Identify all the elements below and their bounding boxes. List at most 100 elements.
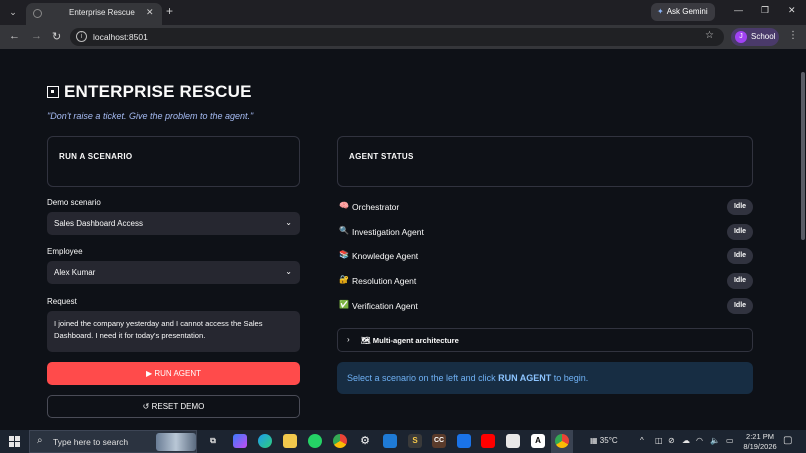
agent-row-resolution: 🔐 Resolution Agent Idle [339,273,754,289]
clock-date: 8/19/2026 [743,442,777,451]
browser-tab-bar: ⌄ Enterprise Rescue ✕ + ✦ Ask Gemini — ❐ … [0,0,806,25]
tray-volume-icon[interactable]: 🔈 [710,436,720,445]
agent-row-investigation: 🔍 Investigation Agent Idle [339,224,754,240]
agent-name: Verification Agent [352,301,418,311]
search-icon: ⌕ [37,435,43,446]
info-bold: RUN AGENT [498,373,552,383]
run-agent-button[interactable]: ▶ RUN AGENT [47,362,300,385]
tray-network-off-icon[interactable]: ⊘ [668,436,675,445]
text-app-icon[interactable]: A [531,434,545,448]
back-icon[interactable]: ← [9,30,20,42]
search-placeholder: Type here to search [53,437,129,447]
tray-display-icon[interactable]: ▭ [726,436,734,445]
whatsapp-icon[interactable] [308,434,322,448]
minimize-icon[interactable]: — [734,5,743,15]
tray-camera-icon[interactable]: ◫ [655,436,663,445]
demo-scenario-select[interactable]: Sales Dashboard Access ⌄ [47,212,300,235]
books-icon: 📚 [339,250,349,259]
employee-select[interactable]: Alex Kumar ⌄ [47,261,300,284]
address-url: localhost:8501 [93,32,148,42]
architecture-expander[interactable]: › 🗺 Multi-agent architecture [337,328,753,352]
tray-wifi-icon[interactable]: ◠ [696,436,703,445]
profile-name: School [751,32,776,41]
taskbar-search[interactable]: ⌕ Type here to search [29,430,197,453]
info-message: Select a scenario on the left and click … [337,362,753,394]
gemini-sparkle-icon: ✦ [657,7,664,16]
lock-key-icon: 🔐 [339,275,349,284]
chatgpt-icon[interactable]: ⚙ [358,434,372,448]
weather-widget[interactable]: ▦ 35°C [590,436,618,445]
edge-icon[interactable] [258,434,272,448]
avatar: J [735,31,747,43]
agent-row-orchestrator: 🧠 Orchestrator Idle [339,199,754,215]
copilot-icon[interactable] [233,434,247,448]
request-textarea[interactable]: I joined the company yesterday and I can… [47,311,300,352]
tab-search-menu-icon[interactable]: ⌄ [5,5,21,20]
tagline: "Don't raise a ticket. Give the problem … [47,111,254,121]
new-tab-icon[interactable]: + [166,4,173,18]
taskbar: ⌕ Type here to search ⧉ ⚙ S CC A ▦ 35°C … [0,430,806,453]
task-view-icon[interactable]: ⧉ [206,434,220,448]
agent-name: Resolution Agent [352,276,417,286]
address-bar[interactable]: i localhost:8501 ☆ [70,28,724,46]
info-suffix: to begin. [551,373,589,383]
vscode-icon[interactable] [383,434,397,448]
tab-close-icon[interactable]: ✕ [146,7,154,18]
chrome-icon[interactable] [333,434,347,448]
status-badge: Idle [727,273,753,289]
file-explorer-icon[interactable] [283,434,297,448]
status-badge: Idle [727,298,753,314]
agent-name: Knowledge Agent [352,251,419,261]
site-info-icon[interactable]: i [76,31,87,42]
run-scenario-title: RUN A SCENARIO [59,152,133,161]
chevron-right-icon: › [347,335,350,344]
employee-label: Employee [47,247,83,256]
info-prefix: Select a scenario on the left and click [347,373,499,383]
bookmark-star-icon[interactable]: ☆ [705,30,714,41]
search-highlight-image [156,433,196,451]
agent-status-title: AGENT STATUS [349,152,414,161]
agent-row-knowledge: 📚 Knowledge Agent Idle [339,248,754,264]
charts-app-icon[interactable] [457,434,471,448]
status-badge: Idle [727,224,753,240]
clock-time: 2:21 PM [746,432,774,441]
forward-icon[interactable]: → [31,30,42,42]
chrome-active-icon[interactable] [555,434,569,448]
weather-temp: 35°C [599,436,618,445]
scrollbar-thumb[interactable] [801,72,805,240]
status-badge: Idle [727,248,753,264]
tray-cloud-icon[interactable]: ☁ [682,436,690,445]
youtube-icon[interactable] [481,434,495,448]
profile-button[interactable]: J School [731,28,779,46]
capcut-icon[interactable]: CC [432,434,446,448]
window-close-icon[interactable]: ✕ [788,5,796,16]
info-text: Select a scenario on the left and click … [347,373,588,383]
check-icon: ✅ [339,300,349,309]
page-title-text: ENTERPRISE RESCUE [64,82,252,101]
chevron-down-icon: ⌄ [285,267,292,276]
brain-icon: 🧠 [339,201,349,210]
ask-gemini-button[interactable]: ✦ Ask Gemini [651,3,715,21]
windows-start-icon[interactable] [9,436,20,447]
restore-icon[interactable]: ❐ [761,5,769,16]
reset-demo-button[interactable]: ↺ RESET DEMO [47,395,300,418]
expander-label: 🗺 Multi-agent architecture [361,336,459,345]
agent-status-card: AGENT STATUS [337,136,753,187]
tray-chevron-icon[interactable]: ^ [640,436,644,445]
dice-icon [47,86,59,98]
browser-tab[interactable]: Enterprise Rescue ✕ [26,3,162,25]
browser-menu-icon[interactable]: ⋮ [788,30,798,41]
notification-icon[interactable]: ▢ [783,435,792,446]
reload-icon[interactable]: ↻ [52,30,61,43]
agent-name: Orchestrator [352,202,400,212]
sublime-icon[interactable]: S [408,434,422,448]
status-badge: Idle [727,199,753,215]
demo-scenario-value: Sales Dashboard Access [54,219,143,228]
page-title: ENTERPRISE RESCUE [47,82,252,102]
ask-gemini-label: Ask Gemini [666,7,708,16]
taskbar-clock[interactable]: 2:21 PM 8/19/2026 [740,432,780,452]
tab-favicon-icon [33,9,42,18]
document-app-icon[interactable] [506,434,520,448]
agent-name: Investigation Agent [352,227,424,237]
request-label: Request [47,297,77,306]
